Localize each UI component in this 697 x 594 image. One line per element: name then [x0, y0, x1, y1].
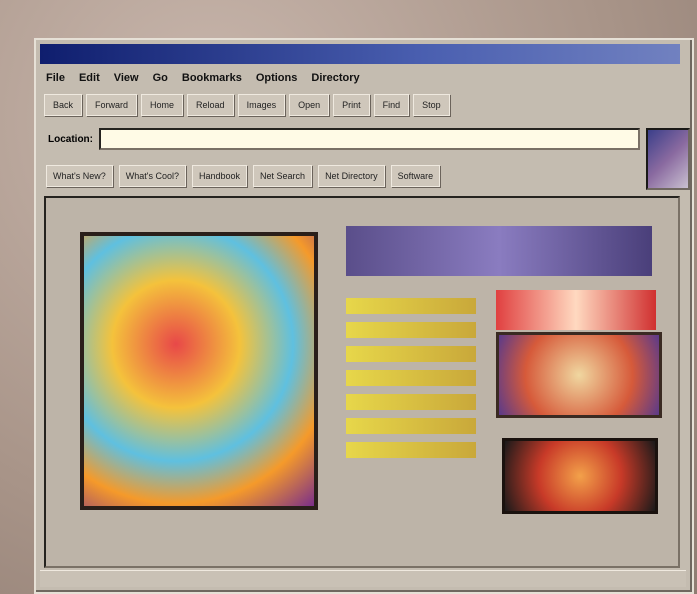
thumbnail-image[interactable] — [502, 438, 658, 514]
thumbnail-image[interactable] — [496, 332, 662, 418]
link-item[interactable] — [346, 394, 476, 410]
page-heading-graphic — [346, 226, 652, 276]
menu-go[interactable]: Go — [153, 72, 168, 84]
reload-button[interactable]: Reload — [187, 94, 234, 116]
menu-edit[interactable]: Edit — [79, 72, 100, 84]
net-directory-button[interactable]: Net Directory — [318, 165, 385, 187]
feature-image[interactable] — [80, 232, 318, 510]
title-bar — [40, 44, 680, 64]
link-list — [346, 298, 476, 458]
link-item[interactable] — [346, 298, 476, 314]
handbook-button[interactable]: Handbook — [191, 165, 248, 187]
forward-button[interactable]: Forward — [86, 94, 138, 116]
whats-new-button[interactable]: What's New? — [46, 165, 113, 187]
software-button[interactable]: Software — [390, 165, 441, 187]
link-item[interactable] — [346, 370, 476, 386]
open-button[interactable]: Open — [289, 94, 330, 116]
home-button[interactable]: Home — [141, 94, 184, 116]
browser-window: File Edit View Go Bookmarks Options Dire… — [34, 38, 694, 594]
link-item[interactable] — [346, 346, 476, 362]
back-button[interactable]: Back — [44, 94, 83, 116]
menu-options[interactable]: Options — [256, 72, 298, 84]
status-bar — [40, 570, 686, 587]
browser-logo-throbber — [646, 128, 690, 190]
banner-graphic — [496, 290, 656, 330]
menu-directory[interactable]: Directory — [311, 72, 359, 84]
page-content — [44, 196, 680, 568]
location-bar: Location: — [40, 126, 640, 152]
whats-cool-button[interactable]: What's Cool? — [118, 165, 186, 187]
link-item[interactable] — [346, 442, 476, 458]
navigation-toolbar: Back Forward Home Reload Images Open Pri… — [40, 92, 684, 118]
url-input[interactable] — [99, 128, 640, 150]
menu-bookmarks[interactable]: Bookmarks — [182, 72, 242, 84]
location-label: Location: — [48, 133, 93, 145]
stop-button[interactable]: Stop — [413, 94, 450, 116]
link-item[interactable] — [346, 322, 476, 338]
directory-buttons: What's New? What's Cool? Handbook Net Se… — [46, 164, 646, 188]
menu-bar: File Edit View Go Bookmarks Options Dire… — [40, 68, 686, 88]
menu-view[interactable]: View — [114, 72, 139, 84]
link-item[interactable] — [346, 418, 476, 434]
menu-file[interactable]: File — [46, 72, 65, 84]
print-button[interactable]: Print — [333, 94, 370, 116]
images-button[interactable]: Images — [237, 94, 286, 116]
net-search-button[interactable]: Net Search — [253, 165, 313, 187]
find-button[interactable]: Find — [373, 94, 410, 116]
